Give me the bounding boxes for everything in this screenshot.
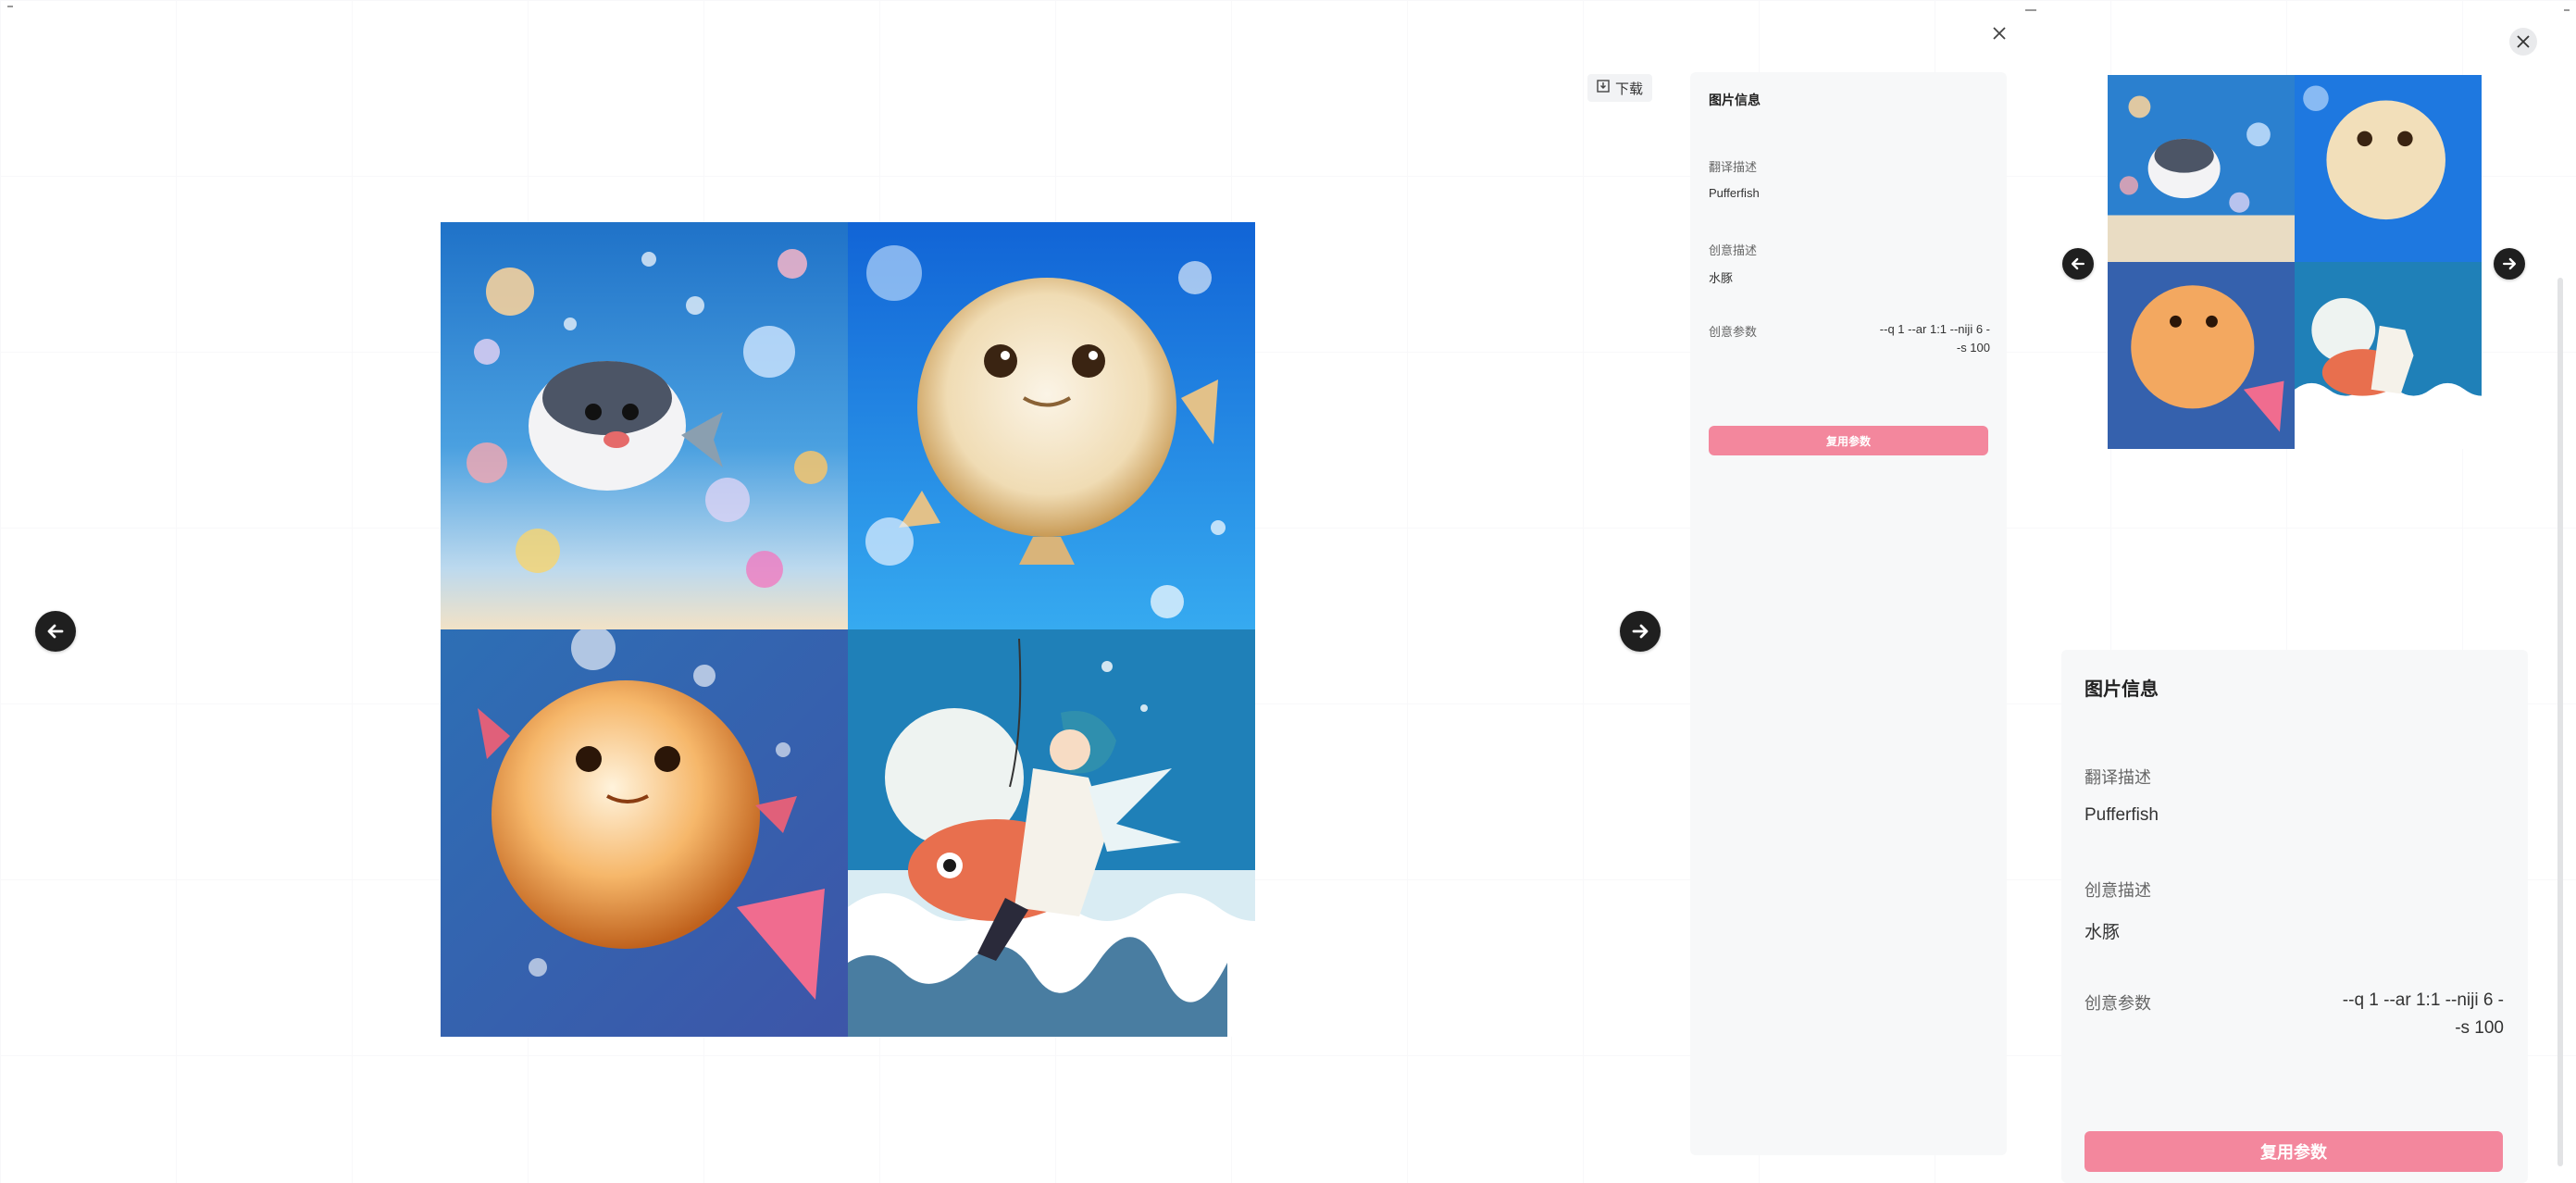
image-cell-1[interactable] xyxy=(441,222,848,629)
preview-cell-3[interactable] xyxy=(2108,262,2295,449)
preview-next-button[interactable] xyxy=(2494,248,2525,280)
preview-prev-button[interactable] xyxy=(2062,248,2094,280)
creative-value-large: 水豚 xyxy=(2084,923,2121,942)
preview-cell-4[interactable] xyxy=(2295,262,2482,449)
image-cell-3[interactable] xyxy=(441,629,848,1037)
preview-pufferfish-3 xyxy=(2108,262,2295,449)
scrollbar-track[interactable] xyxy=(2557,278,2563,1166)
translate-value: Pufferfish xyxy=(1709,186,1760,200)
info-panel-small: 图片信息 翻译描述 Pufferfish 创意描述 水豚 创意参数 --q 1 … xyxy=(1690,72,2007,1155)
info-title-large: 图片信息 xyxy=(2084,679,2159,700)
main-image-grid[interactable] xyxy=(441,222,1255,1037)
close-icon xyxy=(2517,35,2530,48)
preview-cell-2[interactable] xyxy=(2295,75,2482,262)
download-button[interactable]: 下载 xyxy=(1587,74,1652,102)
info-panel-large: 图片信息 翻译描述 Pufferfish 创意描述 水豚 创意参数 --q 1 … xyxy=(2061,650,2528,1183)
preview-pufferfish-1 xyxy=(2108,75,2295,262)
translate-label: 翻译描述 xyxy=(1709,160,1758,174)
corner-mark-right xyxy=(2564,9,2570,11)
preview-close-button[interactable] xyxy=(2509,28,2537,56)
params-value-line1-large: --q 1 --ar 1:1 --niji 6 - xyxy=(2342,990,2504,1010)
params-value-line2-large: -s 100 xyxy=(2455,1018,2504,1038)
download-label: 下载 xyxy=(1614,81,1643,97)
creative-value: 水豚 xyxy=(1709,271,1734,285)
apply-params-button-large[interactable]: 复用参数 xyxy=(2084,1131,2503,1172)
apply-params-button[interactable]: 复用参数 xyxy=(1709,426,1988,455)
translate-label-large: 翻译描述 xyxy=(2084,768,2151,787)
preview-pufferfish-2 xyxy=(2295,75,2482,262)
translate-value-large: Pufferfish xyxy=(2084,805,2159,825)
creative-label: 创意描述 xyxy=(1709,243,1758,257)
params-value-line2: -s 100 xyxy=(1956,341,1990,355)
download-icon xyxy=(1597,80,1610,96)
viewer-close-button[interactable] xyxy=(1986,20,2012,46)
pufferfish-image-2 xyxy=(848,222,1255,629)
arrow-right-icon xyxy=(2503,257,2516,270)
pufferfish-image-3 xyxy=(441,629,848,1037)
arrow-left-icon xyxy=(47,624,64,639)
creative-label-large: 创意描述 xyxy=(2084,881,2151,900)
info-title: 图片信息 xyxy=(1709,93,1761,107)
arrow-right-icon xyxy=(1632,624,1649,639)
corner-mark-left xyxy=(7,6,13,7)
preview-image-grid[interactable] xyxy=(2108,75,2482,449)
preview-anime-girl-4 xyxy=(2295,262,2482,449)
arrow-left-icon xyxy=(2072,257,2084,270)
image-cell-2[interactable] xyxy=(848,222,1255,629)
main-prev-button[interactable] xyxy=(35,611,76,652)
params-value-line1: --q 1 --ar 1:1 --niji 6 - xyxy=(1879,322,1990,336)
anime-girl-image-4 xyxy=(848,629,1255,1037)
params-label: 创意参数 xyxy=(1709,325,1758,339)
image-cell-4[interactable] xyxy=(848,629,1255,1037)
close-icon xyxy=(1993,27,2006,40)
main-next-button[interactable] xyxy=(1620,611,1661,652)
corner-mark-mid xyxy=(2025,9,2036,11)
preview-cell-1[interactable] xyxy=(2108,75,2295,262)
params-label-large: 创意参数 xyxy=(2084,994,2151,1013)
pufferfish-image-1 xyxy=(441,222,848,629)
